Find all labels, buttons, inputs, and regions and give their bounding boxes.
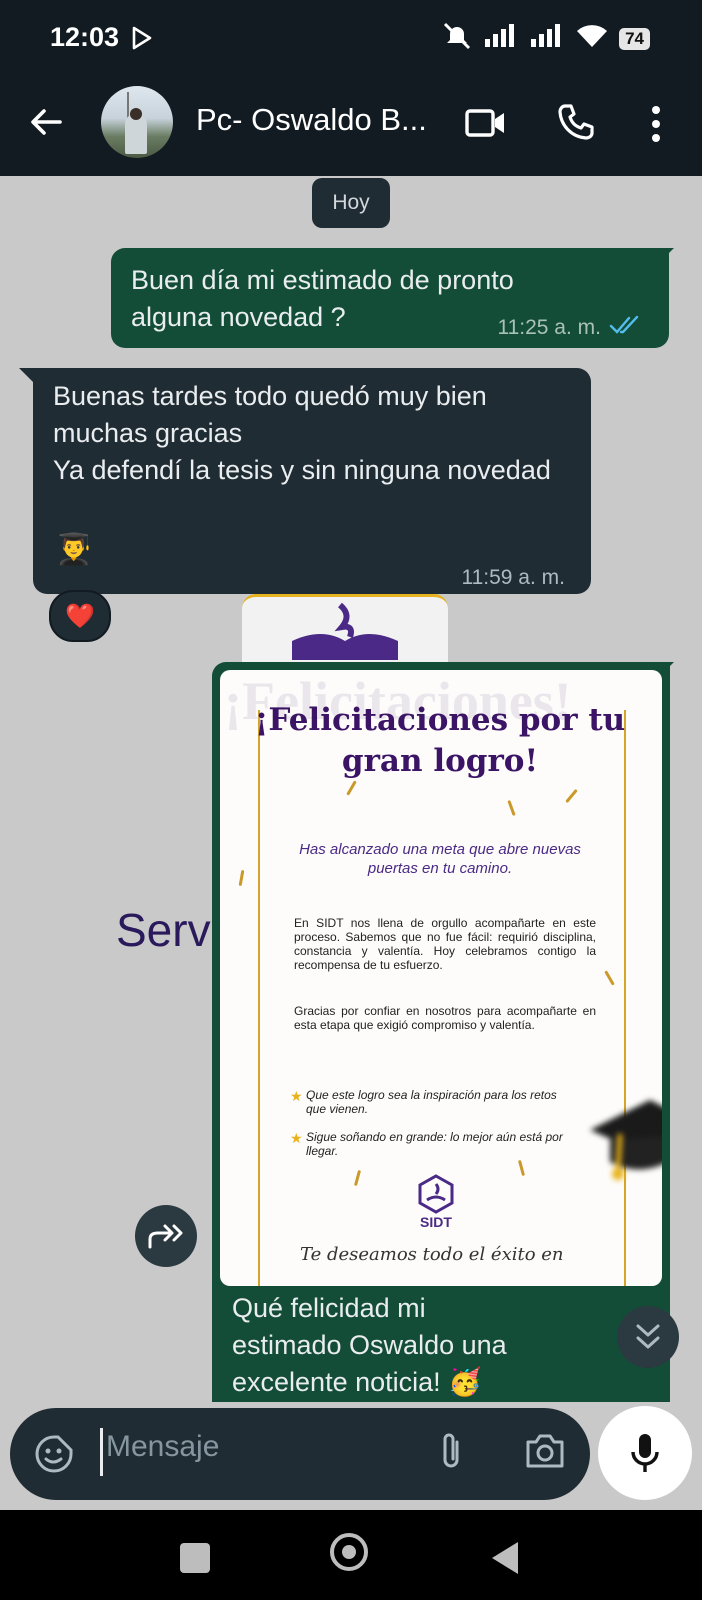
card-footer: Te deseamos todo el éxito en	[300, 1244, 564, 1265]
card-paragraph: Gracias por confiar en nosotros para aco…	[294, 1004, 596, 1032]
double-chevron-down-icon	[636, 1324, 660, 1349]
voice-message-button[interactable]	[598, 1406, 692, 1500]
sticker-emoji-icon[interactable]	[34, 1434, 74, 1479]
contact-name[interactable]: Pc- Oswaldo B...	[196, 102, 427, 138]
heart-reaction[interactable]: ❤️	[49, 590, 111, 642]
sidt-logo-icon	[416, 1174, 456, 1214]
message-time: 11:59 a. m.	[461, 566, 565, 589]
recents-button[interactable]	[180, 1543, 210, 1573]
card-subtitle: Has alcanzado una meta que abre nuevas p…	[299, 841, 581, 877]
image-caption: Qué felicidad mi estimado Oswaldo una ex…	[232, 1293, 507, 1397]
system-navigation-bar	[0, 1510, 702, 1600]
congratulations-image[interactable]: ¡Felicitaciones! ¡Felicitaciones por tu …	[220, 670, 662, 1286]
gold-border	[258, 710, 260, 1286]
avatar[interactable]	[101, 86, 173, 158]
date-chip: Hoy	[312, 178, 390, 228]
play-store-icon	[131, 26, 153, 55]
card-bullet: Sigue soñando en grande: lo mejor aún es…	[306, 1130, 563, 1158]
outgoing-message[interactable]: Buen día mi estimado de pronto alguna no…	[111, 248, 669, 348]
camera-icon[interactable]	[524, 1432, 566, 1475]
video-call-icon[interactable]	[464, 105, 508, 146]
incoming-message[interactable]: Buenas tardes todo quedó muy bien muchas…	[33, 368, 591, 594]
outgoing-image-message[interactable]: ¡Felicitaciones! ¡Felicitaciones por tu …	[212, 662, 670, 1402]
forward-icon	[148, 1224, 183, 1249]
gold-border	[624, 710, 626, 1286]
back-arrow-icon[interactable]	[26, 102, 66, 147]
read-receipt-icon	[609, 314, 643, 342]
background-post-text: Serv	[116, 904, 211, 956]
card-title: ¡Felicitaciones por tu gran logro!	[254, 702, 626, 779]
scroll-to-bottom-button[interactable]	[617, 1306, 679, 1368]
text-cursor	[100, 1428, 103, 1476]
clock: 12:03	[50, 22, 120, 52]
message-input[interactable]	[106, 1430, 406, 1464]
book-logo-icon	[292, 602, 398, 660]
signal-icon-2	[529, 23, 565, 54]
message-text: Buenas tardes todo quedó muy bien muchas…	[53, 381, 551, 485]
status-icons: 74	[441, 22, 650, 55]
graduation-cap-icon	[580, 1090, 662, 1180]
graduate-emoji: 👨‍🎓	[55, 533, 93, 566]
home-button[interactable]	[330, 1533, 368, 1571]
back-button[interactable]	[492, 1542, 518, 1574]
attach-icon[interactable]	[436, 1430, 466, 1479]
card-paragraph: En SIDT nos llena de orgullo acompañarte…	[294, 916, 596, 972]
star-icon: ★	[290, 1130, 303, 1146]
background-post	[242, 594, 448, 663]
message-composer	[10, 1408, 590, 1500]
microphone-icon	[631, 1434, 659, 1472]
signal-icon	[483, 23, 519, 54]
more-options-icon[interactable]	[650, 104, 662, 149]
status-bar: 12:03 74	[0, 0, 702, 78]
wifi-icon	[575, 23, 609, 54]
logo-text: SIDT	[420, 1214, 452, 1230]
battery-icon: 74	[619, 27, 650, 50]
bubble-tail	[19, 368, 33, 382]
star-icon: ★	[290, 1088, 303, 1104]
phone-call-icon[interactable]	[556, 102, 596, 147]
message-time: 11:25 a. m.	[497, 316, 601, 339]
forward-button[interactable]	[135, 1205, 197, 1267]
mute-icon	[441, 22, 473, 55]
chat-header: Pc- Oswaldo B...	[0, 78, 702, 176]
message-meta: 11:25 a. m.	[497, 314, 643, 342]
card-bullet: Que este logro sea la inspiración para l…	[306, 1088, 557, 1116]
